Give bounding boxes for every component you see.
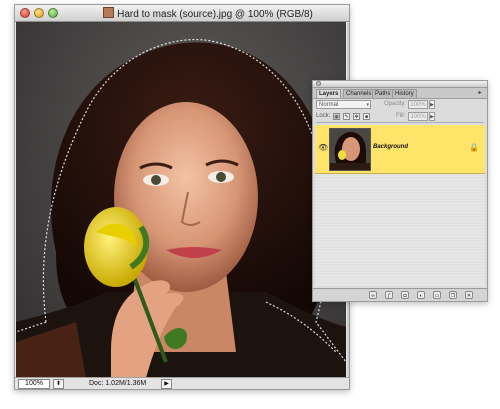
zoom-button[interactable]: [48, 8, 58, 18]
link-icon[interactable]: ∞: [369, 291, 377, 299]
zoom-level-field[interactable]: 100%: [18, 379, 50, 389]
close-button[interactable]: [20, 8, 30, 18]
blend-mode-select[interactable]: Normal ▾: [316, 100, 371, 109]
document-title-text: Hard to mask (source).jpg @ 100% (RGB/8): [117, 9, 313, 20]
lock-image-icon[interactable]: ✎: [343, 113, 350, 120]
new-layer-icon[interactable]: ❐: [449, 291, 457, 299]
portrait-photo: [16, 38, 346, 378]
status-bar: 100% ⬍ Doc: 1.02M/1.36M ▶: [15, 377, 349, 389]
tab-paths[interactable]: Paths: [372, 89, 394, 98]
palette-menu-icon[interactable]: ▸: [476, 89, 484, 97]
blend-row: Normal ▾ Opacity: 100% ▶: [316, 100, 484, 110]
document-size-info: Doc: 1.02M/1.36M: [89, 380, 147, 387]
opacity-label: Opacity:: [384, 101, 407, 107]
blend-mode-value: Normal: [319, 102, 339, 108]
eye-icon[interactable]: 👁: [318, 144, 328, 152]
document-titlebar[interactable]: Hard to mask (source).jpg @ 100% (RGB/8): [15, 5, 349, 22]
layer-thumbnail-image: [330, 129, 370, 170]
opacity-slider-arrow-icon[interactable]: ▶: [429, 100, 435, 109]
fill-field[interactable]: 100%: [408, 112, 428, 121]
lock-row: Lock: ▦ ✎ ✥ ■ Fill: 100% ▶: [316, 112, 484, 123]
layer-list: 👁 Background 🔒: [315, 125, 485, 287]
layer-thumbnail: [329, 128, 371, 171]
fill-label: Fill:: [396, 113, 406, 119]
image-canvas[interactable]: [16, 22, 346, 378]
opacity-field[interactable]: 100%: [408, 100, 428, 109]
tab-channels[interactable]: Channels: [343, 89, 375, 98]
palette-footer: ∞ ƒ ◘ ◐ ▭ ❐ ✕: [313, 288, 487, 301]
lock-position-icon[interactable]: ✥: [353, 113, 360, 120]
new-group-icon[interactable]: ▭: [433, 291, 441, 299]
lock-label: Lock:: [316, 113, 331, 119]
status-menu-arrow-icon[interactable]: ▶: [161, 379, 172, 389]
layer-mask-icon[interactable]: ◘: [401, 291, 409, 299]
lock-icon: 🔒: [469, 143, 479, 152]
tab-layers[interactable]: Layers: [316, 89, 342, 98]
document-title: Hard to mask (source).jpg @ 100% (RGB/8): [75, 7, 341, 20]
trash-icon[interactable]: ✕: [465, 291, 473, 299]
chevron-down-icon: ▾: [366, 102, 369, 108]
document-file-icon: [103, 7, 115, 18]
fill-slider-arrow-icon[interactable]: ▶: [429, 112, 435, 121]
lock-transparent-icon[interactable]: ▦: [333, 113, 340, 120]
document-window: Hard to mask (source).jpg @ 100% (RGB/8): [14, 4, 350, 390]
layer-style-icon[interactable]: ƒ: [385, 291, 393, 299]
layers-palette: Layers Channels Paths History ▸ Normal ▾…: [312, 80, 488, 302]
palette-close-button[interactable]: [316, 81, 321, 86]
layer-name[interactable]: Background: [373, 144, 408, 150]
zoom-menu-icon[interactable]: ⬍: [53, 379, 64, 389]
palette-titlebar[interactable]: [313, 81, 487, 88]
lock-all-icon[interactable]: ■: [363, 113, 370, 120]
adjustment-layer-icon[interactable]: ◐: [417, 291, 425, 299]
layer-row-background[interactable]: 👁 Background 🔒: [315, 125, 485, 174]
minimize-button[interactable]: [34, 8, 44, 18]
tab-history[interactable]: History: [392, 89, 417, 98]
palette-tabs: Layers Channels Paths History ▸: [313, 88, 487, 99]
